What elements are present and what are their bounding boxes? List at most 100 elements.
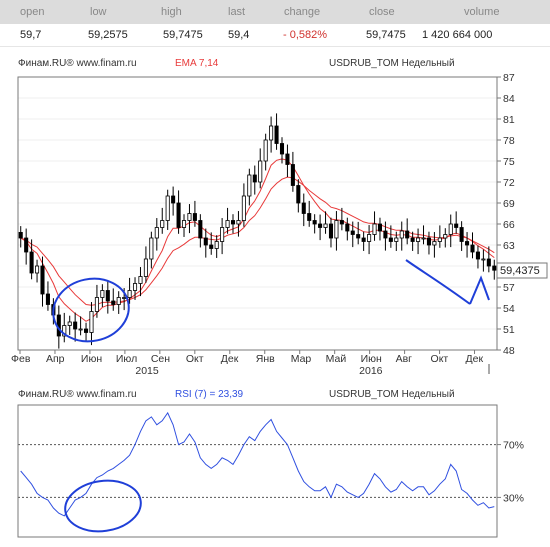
- candle-body: [383, 230, 388, 239]
- candle-body: [361, 237, 366, 242]
- candle: [437, 225, 442, 248]
- candle-body: [160, 220, 165, 228]
- candle: [241, 183, 246, 227]
- candle: [143, 246, 148, 283]
- candle-body: [116, 297, 121, 305]
- price-year-label: 2015: [135, 365, 159, 377]
- candle-body: [132, 283, 138, 291]
- candle-body: [225, 220, 230, 228]
- price-x-tick-label: Окт: [186, 353, 204, 365]
- price-y-tick-label: 84: [503, 93, 515, 105]
- candle-body: [230, 220, 236, 225]
- price-y-tick-label: 48: [503, 345, 515, 357]
- candle: [356, 221, 361, 245]
- candle-body: [171, 195, 176, 204]
- candle-body: [100, 290, 105, 298]
- price-x-tick-label: Апр: [46, 353, 65, 365]
- candle-body: [105, 290, 110, 302]
- candle: [252, 165, 257, 195]
- candle: [459, 221, 464, 251]
- candle-body: [35, 265, 40, 274]
- header-change: change: [284, 6, 321, 18]
- price-x-tick-label: Июн: [361, 353, 382, 365]
- candle-body: [307, 213, 312, 221]
- price-y-tick-label: 69: [503, 198, 515, 210]
- candle-body: [301, 202, 306, 214]
- candle-body: [296, 185, 301, 204]
- candle-body: [399, 230, 404, 239]
- price-indicator-label: EMA 7,14: [175, 58, 219, 69]
- candle-body: [24, 237, 29, 253]
- price-y-tick-label: 87: [503, 72, 515, 84]
- candle-body: [263, 139, 268, 162]
- candle-body: [443, 234, 448, 239]
- candle-body: [84, 328, 89, 333]
- price-x-ticks: Фев Апр Июн Июл Сен Окт Дек Янв Мар Май Июн Авг Окт Д…: [11, 350, 490, 377]
- rsi-chart: Финам.RU® www.finam.ru RSI (7) = 23,39 U…: [17, 389, 524, 538]
- price-x-tick-label: Дек: [221, 353, 239, 365]
- candle: [181, 214, 187, 237]
- candle: [318, 214, 323, 241]
- candle: [465, 232, 470, 258]
- candle: [149, 231, 154, 269]
- candle-body: [165, 195, 170, 221]
- candle: [35, 259, 40, 283]
- candle-body: [176, 202, 181, 228]
- value-close: 59,7475: [366, 29, 406, 41]
- candle-body: [192, 213, 197, 221]
- candle-body: [405, 230, 410, 239]
- candle-body: [388, 237, 393, 242]
- header-high: high: [161, 6, 182, 18]
- candle-body: [269, 125, 274, 141]
- rsi-source-label: Финам.RU® www.finam.ru: [18, 389, 137, 400]
- value-last: 59,4: [228, 29, 250, 41]
- price-x-tick-label: Окт: [431, 353, 449, 365]
- candle: [24, 228, 29, 265]
- candle: [416, 228, 421, 255]
- candle: [307, 200, 312, 227]
- candle: [372, 211, 377, 241]
- candle-body: [154, 227, 159, 239]
- price-x-tick-label: Июл: [116, 353, 137, 365]
- price-instrument-label: USDRUB_TOM Недельный: [329, 58, 455, 69]
- quote-header-row: open low high last change close volume: [0, 0, 550, 24]
- candle-body: [421, 237, 426, 240]
- candle-body: [377, 223, 383, 232]
- candle: [220, 218, 225, 255]
- price-x-tick-label: Сен: [151, 353, 170, 365]
- candle-body: [220, 227, 225, 242]
- candle-body: [78, 328, 83, 331]
- price-y-tick-label: 57: [503, 282, 515, 294]
- candle: [470, 232, 475, 259]
- candle-body: [465, 241, 470, 246]
- price-y-tick-label: 75: [503, 156, 515, 168]
- candle-body: [356, 234, 361, 239]
- candle: [426, 231, 431, 255]
- candle: [454, 211, 459, 234]
- candle-body: [318, 223, 323, 228]
- value-volume: 1 420 664 000: [422, 29, 493, 41]
- candle: [481, 249, 486, 272]
- quote-table: open low high last change close volume 5…: [0, 0, 550, 47]
- candle: [94, 284, 99, 318]
- candle-body: [45, 293, 50, 305]
- candle-body: [73, 321, 78, 330]
- candle: [78, 316, 83, 336]
- candle-body: [18, 231, 23, 239]
- candle: [328, 217, 334, 248]
- candle-body: [481, 258, 486, 261]
- candle-body: [350, 230, 355, 235]
- candle-body: [252, 174, 257, 183]
- candle-body: [372, 223, 377, 235]
- candle: [18, 226, 23, 248]
- candle: [62, 312, 67, 343]
- candle-body: [312, 220, 317, 225]
- candle: [171, 186, 176, 216]
- candle: [269, 116, 274, 153]
- candle-body: [285, 153, 290, 165]
- candle: [296, 179, 301, 213]
- rsi-line: [20, 411, 495, 517]
- candle-body: [241, 195, 246, 221]
- header-close: close: [369, 6, 395, 18]
- candle: [285, 144, 290, 178]
